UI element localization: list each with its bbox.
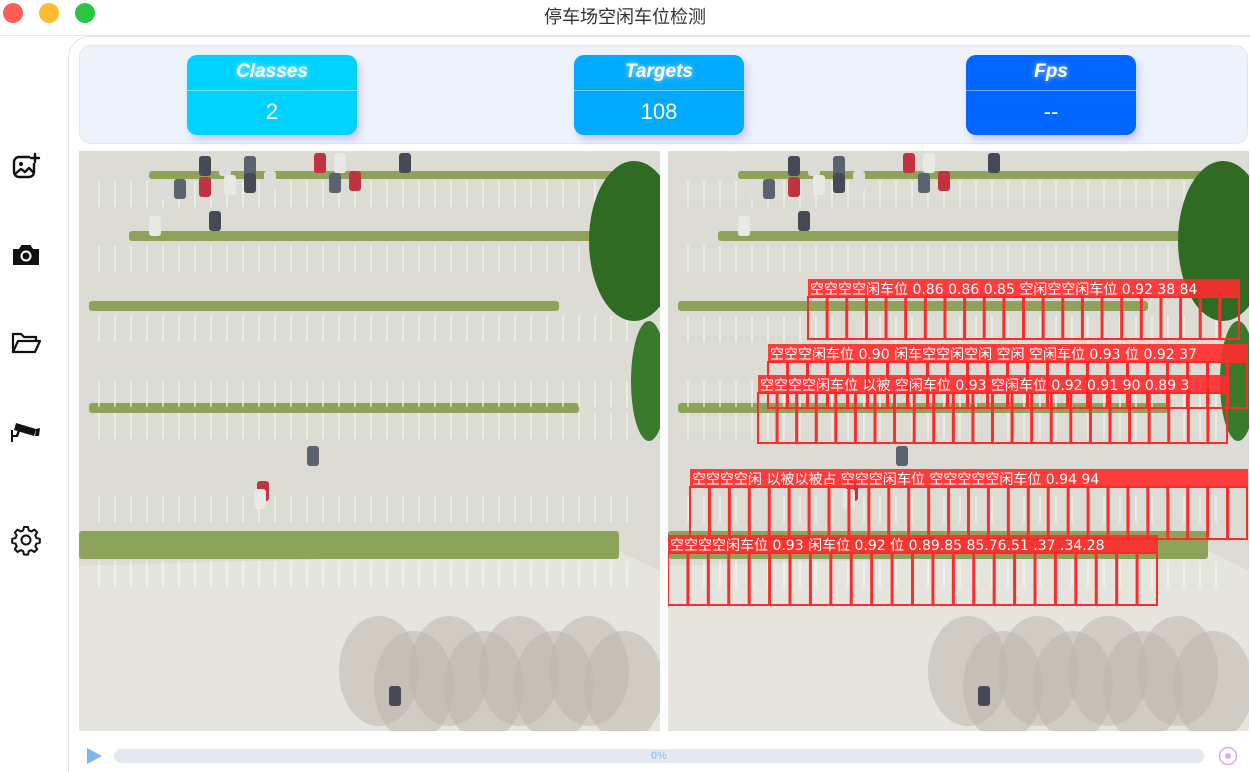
detection-label-text: 空空空闲车位 0.90 闲车空空闲空闲 空闲 空闲车位 0.93 位 0.92 … [770, 346, 1197, 363]
sidebar [0, 36, 68, 772]
targets-value: 108 [640, 99, 678, 124]
parking-lot-image [79, 151, 660, 731]
detection-image: 空空空空闲车位 0.86 0.86 0.85 空闲空空闲车位 0.92 38 8… [668, 151, 1249, 731]
classes-card: Classes 2 [187, 55, 357, 135]
fps-value: -- [1043, 99, 1059, 124]
parking-lot-scene [668, 151, 1249, 731]
progress-label: 0% [651, 750, 667, 762]
sidebar-item-settings[interactable] [8, 522, 44, 558]
play-icon[interactable] [84, 746, 104, 766]
detection-label-text: 空空空空闲车位 0.93 闲车位 0.92 位 0.89.85 85.76.51… [670, 537, 1105, 554]
classes-value: 2 [265, 99, 279, 124]
targets-card: Targets 108 [574, 55, 744, 135]
sidebar-item-open-image[interactable] [8, 149, 44, 185]
camera-icon [13, 245, 39, 265]
detection-result-pane: 空空空空闲车位 0.86 0.86 0.85 空闲空空闲车位 0.92 38 8… [668, 151, 1249, 731]
divider [574, 90, 744, 91]
sidebar-item-surveillance[interactable] [8, 413, 44, 449]
security-camera-icon [11, 423, 40, 442]
targets-label: Targets [625, 61, 693, 82]
sidebar-item-camera[interactable] [8, 237, 44, 273]
detection-label-text: 空空空空闲车位 以被 空闲车位 0.93 空闲车位 0.92 0.91 90 0… [760, 377, 1189, 394]
progress-bar[interactable]: 0% [114, 749, 1204, 763]
window-title: 停车场空闲车位检测 [544, 7, 706, 28]
classes-label: Classes [236, 61, 308, 82]
original-image-pane [79, 151, 660, 731]
stop-icon[interactable] [1218, 746, 1238, 766]
sidebar-item-open-folder[interactable] [8, 325, 44, 361]
gear-icon [11, 526, 41, 556]
detection-label-text: 空空空空闲 以被以被占 空空空闲车位 空空空空空闲车位 0.94 94 [692, 471, 1099, 488]
fps-card: Fps -- [966, 55, 1136, 135]
fps-label: Fps [1034, 61, 1068, 82]
image-add-icon [12, 152, 41, 179]
title-bar: 停车场空闲车位检测 [0, 0, 1250, 30]
parking-lot-scene [79, 151, 660, 731]
divider [187, 90, 357, 91]
divider [966, 90, 1136, 91]
folder-open-icon [11, 332, 42, 354]
detection-label-text: 空空空空闲车位 0.86 0.86 0.85 空闲空空闲车位 0.92 38 8… [810, 281, 1198, 298]
